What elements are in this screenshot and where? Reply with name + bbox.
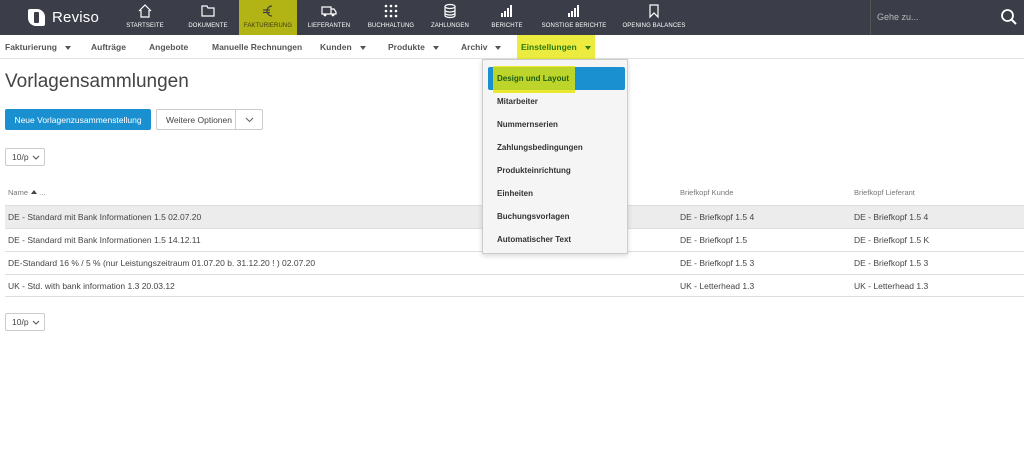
subnav-produkte[interactable]: Produkte (388, 35, 439, 59)
chevron-down-icon (245, 117, 253, 122)
folder-icon (201, 5, 215, 17)
goto-search (870, 0, 1024, 35)
dropdown-item-produkteinrichtung[interactable]: Produkteinrichtung (497, 166, 571, 175)
grid-icon (384, 4, 398, 18)
search-icon[interactable] (1000, 8, 1018, 26)
subnav-archiv[interactable]: Archiv (461, 35, 502, 59)
column-header-briefkopf-kunde[interactable]: Briefkopf Kunde (680, 188, 733, 197)
cell-name: UK - Std. with bank information 1.3 20.0… (8, 281, 175, 291)
topnav-startseite[interactable]: STARTSEITE (126, 0, 164, 35)
cell-briefkopf-kunde: DE - Briefkopf 1.5 (680, 235, 748, 245)
chevron-down-icon (32, 155, 40, 160)
more-options-button-group: Weitere Optionen (156, 109, 263, 130)
sub-navigation: Fakturierung Aufträge Angebote Manuelle … (0, 35, 1024, 59)
table-row[interactable]: DE-Standard 16 % / 5 % (nur Leistungszei… (5, 251, 1024, 274)
dropdown-item-automatischer-text[interactable]: Automatischer Text (497, 235, 571, 244)
cell-name: DE - Standard mit Bank Informationen 1.5… (8, 212, 202, 222)
caret-down-icon (495, 45, 502, 50)
subnav-kunden[interactable]: Kunden (320, 35, 366, 59)
topnav-buchhaltung[interactable]: BUCHHALTUNG (366, 0, 416, 35)
caret-down-icon (64, 45, 71, 50)
topnav-dokumente[interactable]: DOKUMENTE (184, 0, 232, 35)
subnav-angebote[interactable]: Angebote (149, 35, 188, 59)
bar-chart-icon (501, 5, 512, 17)
caret-down-icon (359, 45, 366, 50)
brand-logo[interactable]: Reviso (28, 6, 99, 28)
cell-briefkopf-lieferant: UK - Letterhead 1.3 (854, 281, 929, 291)
subnav-auftraege[interactable]: Aufträge (91, 35, 126, 59)
dropdown-item-einheiten[interactable]: Einheiten (497, 189, 533, 198)
cell-briefkopf-kunde: DE - Briefkopf 1.5 4 (680, 212, 755, 222)
page-title: Vorlagensammlungen (5, 71, 189, 92)
home-icon (138, 4, 152, 18)
reviso-logo-icon (28, 8, 45, 26)
more-options-toggle[interactable] (235, 110, 262, 129)
cell-name: DE-Standard 16 % / 5 % (nur Leistungszei… (8, 258, 316, 268)
page-size-select-bottom[interactable]: 10/p (5, 313, 45, 331)
chevron-down-icon (32, 320, 40, 325)
column-header-briefkopf-lieferant[interactable]: Briefkopf Lieferant (854, 188, 915, 197)
topnav-sonstige-berichte[interactable]: SONSTIGE BERICHTE (541, 0, 607, 35)
column-header-name[interactable]: Name ... (8, 188, 45, 197)
subnav-einstellungen[interactable]: Einstellungen (517, 35, 595, 59)
more-options-button[interactable]: Weitere Optionen (157, 110, 235, 129)
caret-down-icon (432, 45, 439, 50)
topnav-fakturierung[interactable]: FAKTURIERUNG (239, 0, 297, 35)
topnav-berichte[interactable]: BERICHTE (489, 0, 525, 35)
topnav-zahlungen[interactable]: ZAHLUNGEN (429, 0, 471, 35)
euro-icon (263, 5, 273, 17)
subnav-manuelle-rechnungen[interactable]: Manuelle Rechnungen (212, 35, 302, 59)
dropdown-item-nummernserien[interactable]: Nummernserien (497, 120, 558, 129)
cell-briefkopf-lieferant: DE - Briefkopf 1.5 K (854, 235, 930, 245)
cell-name: DE - Standard mit Bank Informationen 1.5… (8, 235, 201, 245)
coins-icon (444, 3, 456, 19)
table-row[interactable]: UK - Std. with bank information 1.3 20.0… (5, 274, 1024, 297)
page-size-select-top[interactable]: 10/p (5, 148, 45, 166)
cell-briefkopf-kunde: DE - Briefkopf 1.5 3 (680, 258, 755, 268)
subnav-fakturierung[interactable]: Fakturierung (5, 35, 71, 59)
dropdown-item-design-und-layout[interactable]: Design und Layout (497, 74, 569, 83)
topnav-lieferanten[interactable]: LIEFERANTEN (306, 0, 352, 35)
bar-chart-icon (568, 5, 579, 17)
einstellungen-dropdown-menu: Design und Layout Mitarbeiter Nummernser… (482, 59, 628, 254)
topnav-opening-balances[interactable]: OPENING BALANCES (621, 0, 687, 35)
cell-briefkopf-lieferant: DE - Briefkopf 1.5 3 (854, 258, 929, 268)
dropdown-item-zahlungsbedingungen[interactable]: Zahlungsbedingungen (497, 143, 583, 152)
cell-briefkopf-kunde: UK - Letterhead 1.3 (680, 281, 755, 291)
truck-icon (321, 6, 337, 17)
dropdown-item-buchungsvorlagen[interactable]: Buchungsvorlagen (497, 212, 569, 221)
cell-briefkopf-lieferant: DE - Briefkopf 1.5 4 (854, 212, 929, 222)
bookmark-icon (649, 4, 659, 19)
brand-name: Reviso (52, 8, 100, 26)
goto-search-input[interactable] (877, 9, 987, 25)
top-navigation-bar: Reviso STARTSEITE DOKUMENTE FAKTURIERUNG… (0, 0, 1024, 35)
sort-ascending-icon (31, 190, 38, 194)
new-template-collection-button[interactable]: Neue Vorlagenzusammenstellung (5, 109, 151, 130)
caret-down-icon (584, 45, 591, 50)
dropdown-item-mitarbeiter[interactable]: Mitarbeiter (497, 97, 538, 106)
